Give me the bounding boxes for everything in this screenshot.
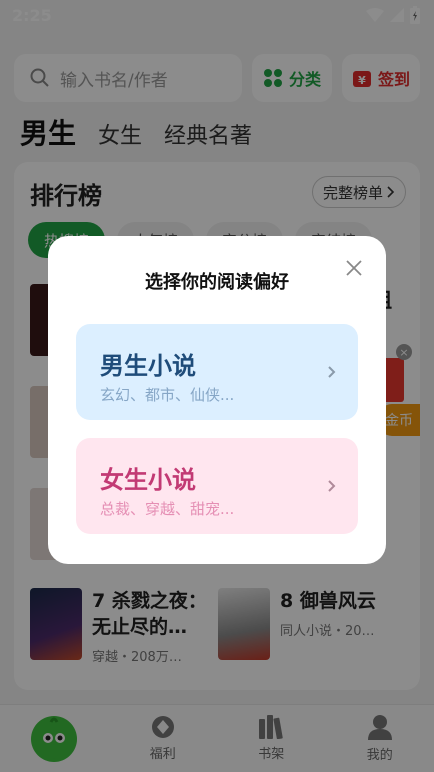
male-fiction-option[interactable]: 男生小说 玄幻、都市、仙侠...	[76, 324, 358, 420]
chevron-right-icon	[328, 366, 336, 378]
male-option-subtitle: 玄幻、都市、仙侠...	[100, 386, 235, 404]
close-icon[interactable]	[344, 258, 364, 278]
chevron-right-icon	[328, 480, 336, 492]
male-option-title: 男生小说	[100, 351, 196, 380]
dialog-title: 选择你的阅读偏好	[145, 272, 289, 293]
female-option-title: 女生小说	[100, 465, 196, 494]
female-fiction-option[interactable]: 女生小说 总裁、穿越、甜宠...	[76, 438, 358, 534]
reading-preference-dialog: 选择你的阅读偏好 男生小说 玄幻、都市、仙侠... 女生小说 总裁、穿越、甜宠.…	[48, 236, 386, 564]
female-option-subtitle: 总裁、穿越、甜宠...	[100, 500, 235, 518]
